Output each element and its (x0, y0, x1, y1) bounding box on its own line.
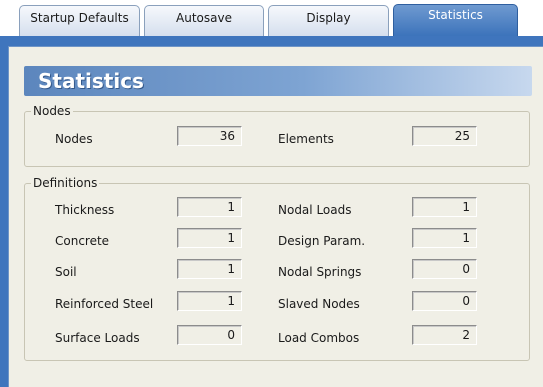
concrete-label: Concrete (55, 234, 110, 248)
design-param-value: 1 (412, 228, 477, 248)
surface-loads-value: 0 (177, 325, 242, 345)
definitions-group-legend: Definitions (31, 176, 100, 190)
nodes-label: Nodes (55, 132, 93, 146)
design-param-label: Design Param. (278, 234, 366, 248)
tab-autosave[interactable]: Autosave (144, 5, 264, 36)
thickness-label: Thickness (55, 203, 115, 217)
soil-value: 1 (177, 259, 242, 279)
nodal-springs-value: 0 (412, 259, 477, 279)
thickness-value: 1 (177, 197, 242, 217)
soil-label: Soil (55, 265, 77, 279)
page-header: Statistics (24, 66, 532, 96)
reinforced-steel-value: 1 (177, 291, 242, 311)
nodes-group: Nodes Nodes 36 Elements 25 (24, 104, 530, 167)
nodal-loads-label: Nodal Loads (278, 203, 352, 217)
tab-statistics[interactable]: Statistics (393, 4, 518, 36)
reinforced-steel-label: Reinforced Steel (55, 297, 154, 311)
tab-startup-defaults[interactable]: Startup Defaults (19, 5, 140, 36)
slaved-nodes-label: Slaved Nodes (278, 297, 360, 311)
nodes-value: 36 (177, 126, 242, 146)
page-title: Statistics (38, 69, 144, 93)
load-combos-value: 2 (412, 325, 477, 345)
tab-strip: Startup Defaults Autosave Display Statis… (0, 0, 543, 38)
nodes-group-legend: Nodes (31, 104, 73, 118)
elements-value: 25 (412, 126, 477, 146)
tab-display[interactable]: Display (268, 5, 389, 36)
surface-loads-label: Surface Loads (55, 331, 140, 345)
concrete-value: 1 (177, 228, 242, 248)
definitions-group: Definitions Thickness 1 Nodal Loads 1 Co… (24, 176, 530, 361)
slaved-nodes-value: 0 (412, 291, 477, 311)
elements-label: Elements (278, 132, 334, 146)
load-combos-label: Load Combos (278, 331, 360, 345)
nodal-springs-label: Nodal Springs (278, 265, 362, 279)
nodal-loads-value: 1 (412, 197, 477, 217)
